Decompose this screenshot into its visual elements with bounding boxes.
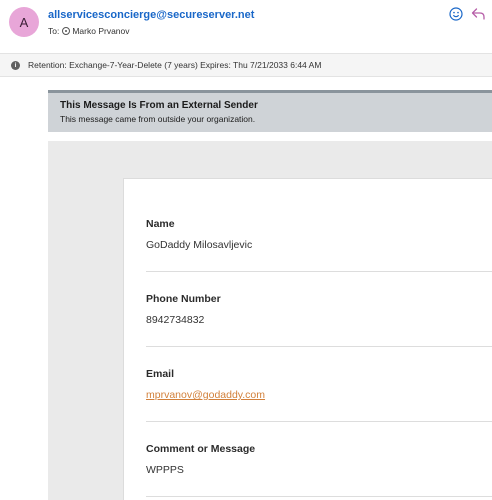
sender-avatar[interactable]: A — [9, 7, 39, 37]
recipient-name[interactable]: Marko Prvanov — [72, 26, 129, 36]
retention-policy-bar: i Retention: Exchange-7-Year-Delete (7 y… — [0, 53, 492, 77]
field-value-comment: WPPPS — [146, 464, 184, 476]
field-label-phone: Phone Number — [146, 293, 221, 305]
field-label-name: Name — [146, 218, 175, 230]
external-banner-subtitle: This message came from outside your orga… — [60, 114, 256, 124]
field-divider — [146, 496, 492, 497]
field-value-name: GoDaddy Milosavljevic — [146, 239, 253, 251]
email-link[interactable]: mprvanov@godaddy.com — [146, 389, 265, 401]
form-submission-card: Name GoDaddy Milosavljevic Phone Number … — [123, 178, 492, 500]
reply-arrow-icon[interactable] — [470, 6, 486, 22]
person-icon — [62, 27, 71, 35]
field-divider — [146, 346, 492, 347]
email-reading-pane: A allservicesconcierge@secureserver.net … — [0, 0, 492, 500]
message-header: A allservicesconcierge@secureserver.net … — [0, 0, 492, 52]
to-line: To: Marko Prvanov — [48, 26, 130, 36]
external-sender-banner: This Message Is From an External Sender … — [48, 90, 492, 132]
field-divider — [146, 271, 492, 272]
to-label: To: — [48, 26, 60, 36]
field-divider — [146, 421, 492, 422]
info-icon: i — [11, 60, 20, 70]
smiley-icon[interactable] — [448, 6, 464, 22]
field-label-comment: Comment or Message — [146, 443, 256, 455]
sender-address[interactable]: allservicesconcierge@secureserver.net — [48, 9, 254, 21]
field-value-phone: 8942734832 — [146, 314, 205, 326]
retention-text: Retention: Exchange-7-Year-Delete (7 yea… — [28, 60, 322, 70]
external-banner-title: This Message Is From an External Sender — [60, 100, 258, 111]
field-label-email: Email — [146, 368, 175, 380]
